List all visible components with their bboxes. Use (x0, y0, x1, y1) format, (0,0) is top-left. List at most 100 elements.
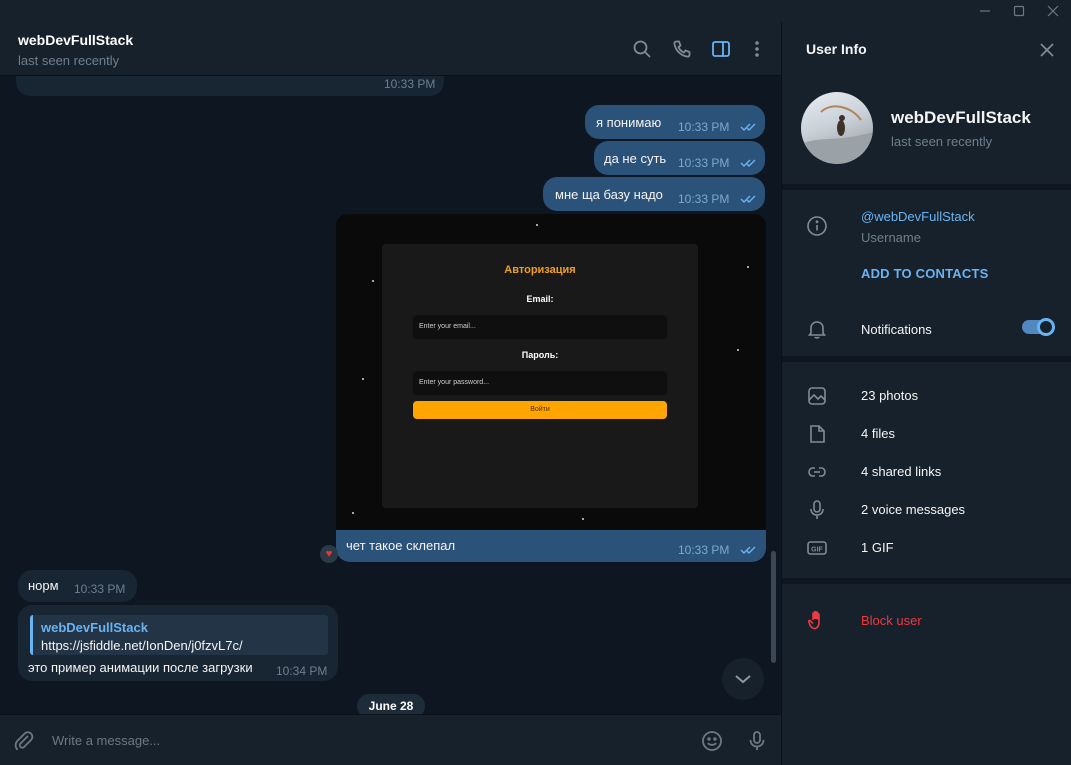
message-bubble-outgoing[interactable]: да не суть 10:33 PM (594, 141, 765, 175)
file-icon (805, 422, 829, 446)
section-divider (782, 356, 1071, 362)
notifications-label: Notifications (861, 322, 932, 337)
attach-button[interactable] (11, 728, 37, 754)
media-files[interactable]: 4 files (861, 426, 895, 441)
paperclip-icon (14, 731, 34, 751)
reply-link[interactable]: https://jsfiddle.net/IonDen/j0fzvL7c/ (41, 638, 243, 653)
microphone-icon (749, 731, 765, 750)
photo-password-input: Enter your password... (413, 371, 667, 395)
bell-icon (805, 317, 829, 341)
quoted-reply[interactable]: webDevFullStack https://jsfiddle.net/Ion… (30, 615, 328, 655)
sidebar-panel-icon (712, 41, 730, 57)
section-divider (782, 578, 1071, 584)
message-text: я понимаю (596, 115, 662, 130)
section-divider (782, 184, 1071, 190)
chat-header: webDevFullStack last seen recently (0, 22, 781, 76)
message-bubble-outgoing[interactable]: я понимаю 10:33 PM (585, 105, 765, 139)
message-text: это пример анимации после загрузки (28, 660, 253, 675)
username-link[interactable]: @webDevFullStack (861, 209, 975, 224)
voice-record-button[interactable] (744, 728, 770, 754)
message-time: 10:33 PM (678, 192, 730, 206)
message-bubble-incoming[interactable]: webDevFullStack https://jsfiddle.net/Ion… (18, 605, 338, 681)
message-text: да не суть (604, 151, 667, 166)
photo-icon (805, 384, 829, 408)
message-photo[interactable]: Авторизация Email: Enter your email... П… (336, 214, 766, 530)
photo-auth-form: Авторизация Email: Enter your email... П… (382, 244, 698, 508)
gif-icon: GIF (805, 536, 829, 560)
chat-area: webDevFullStack last seen recently 10:33… (0, 22, 781, 765)
add-to-contacts-button[interactable]: ADD TO CONTACTS (861, 266, 988, 281)
more-vertical-icon (755, 41, 759, 57)
media-photos[interactable]: 23 photos (861, 388, 918, 403)
block-user-button[interactable]: Block user (861, 613, 922, 628)
media-voice[interactable]: 2 voice messages (861, 502, 965, 517)
profile-name: webDevFullStack (891, 108, 1031, 127)
close-icon (1047, 5, 1059, 17)
telegram-window: webDevFullStack last seen recently 10:33… (0, 0, 1071, 765)
photo-login-button: Войти (413, 401, 667, 419)
maximize-icon (1013, 5, 1025, 17)
microphone-icon (805, 498, 829, 522)
more-options-button[interactable] (746, 38, 768, 60)
message-time: 10:33 PM (678, 156, 730, 170)
search-icon (633, 40, 651, 58)
photo-password-label: Пароль: (521, 350, 559, 360)
message-time: 10:34 PM (276, 664, 328, 678)
media-gif[interactable]: 1 GIF (861, 540, 894, 555)
avatar[interactable] (801, 92, 873, 164)
message-bubble-incoming[interactable]: норм 10:33 PM (18, 570, 137, 602)
svg-text:GIF: GIF (811, 546, 823, 553)
read-checkmarks-icon (740, 120, 758, 135)
profile-status: last seen recently (891, 134, 993, 149)
message-bubble-outgoing[interactable]: чет такое склепал 10:33 PM (336, 530, 766, 562)
emoji-button[interactable] (699, 728, 725, 754)
message-bubble-incoming[interactable]: 10:33 PM (16, 76, 444, 96)
message-input[interactable] (52, 729, 652, 751)
media-links[interactable]: 4 shared links (861, 464, 941, 479)
call-button[interactable] (671, 38, 693, 60)
username-label: Username (861, 230, 921, 245)
message-text: норм (28, 578, 59, 593)
photo-email-input: Enter your email... (413, 315, 667, 339)
toggle-sidebar-button[interactable] (710, 38, 732, 60)
user-info-panel: User Info webDevFullStack last seen rece… (781, 22, 1071, 765)
date-separator: June 28 (357, 694, 425, 714)
notifications-toggle[interactable] (1022, 318, 1055, 336)
message-time: 10:33 PM (678, 120, 730, 134)
search-button[interactable] (631, 38, 653, 60)
reply-author: webDevFullStack (41, 620, 148, 635)
maximize-button[interactable] (1002, 0, 1036, 22)
message-caption: чет такое склепал (346, 538, 456, 553)
read-checkmarks-icon (740, 192, 758, 207)
message-time: 10:33 PM (384, 77, 436, 91)
chat-scrollbar[interactable] (771, 551, 776, 663)
hand-stop-icon (805, 608, 829, 632)
avatar-photo (801, 105, 873, 164)
close-icon (1040, 43, 1054, 57)
chat-status: last seen recently (18, 53, 120, 68)
link-icon (805, 460, 829, 484)
photo-email-label: Email: (526, 294, 554, 304)
message-text: мне ща базу надо (555, 187, 663, 202)
message-time: 10:33 PM (678, 543, 730, 557)
read-checkmarks-icon (740, 543, 758, 558)
info-icon (805, 214, 829, 238)
panel-title: User Info (806, 41, 867, 57)
message-time: 10:33 PM (74, 582, 126, 596)
message-bubble-outgoing[interactable]: мне ща базу надо 10:33 PM (543, 177, 765, 211)
window-close-button[interactable] (1036, 0, 1070, 22)
chat-title[interactable]: webDevFullStack (18, 32, 133, 48)
phone-icon (673, 40, 691, 58)
message-list[interactable]: 10:33 PM я понимаю 10:33 PM да не суть 1… (0, 76, 781, 714)
minimize-icon (980, 10, 990, 12)
minimize-button[interactable] (968, 0, 1002, 22)
chevron-down-icon (735, 675, 751, 684)
message-composer (0, 714, 781, 765)
scroll-to-bottom-button[interactable] (722, 658, 764, 700)
photo-auth-title: Авторизация (504, 264, 576, 276)
window-title-bar (0, 0, 1071, 22)
read-checkmarks-icon (740, 156, 758, 171)
close-panel-button[interactable] (1037, 40, 1057, 60)
smiley-icon (702, 731, 722, 751)
heart-reaction-icon[interactable]: ♥ (320, 545, 338, 563)
